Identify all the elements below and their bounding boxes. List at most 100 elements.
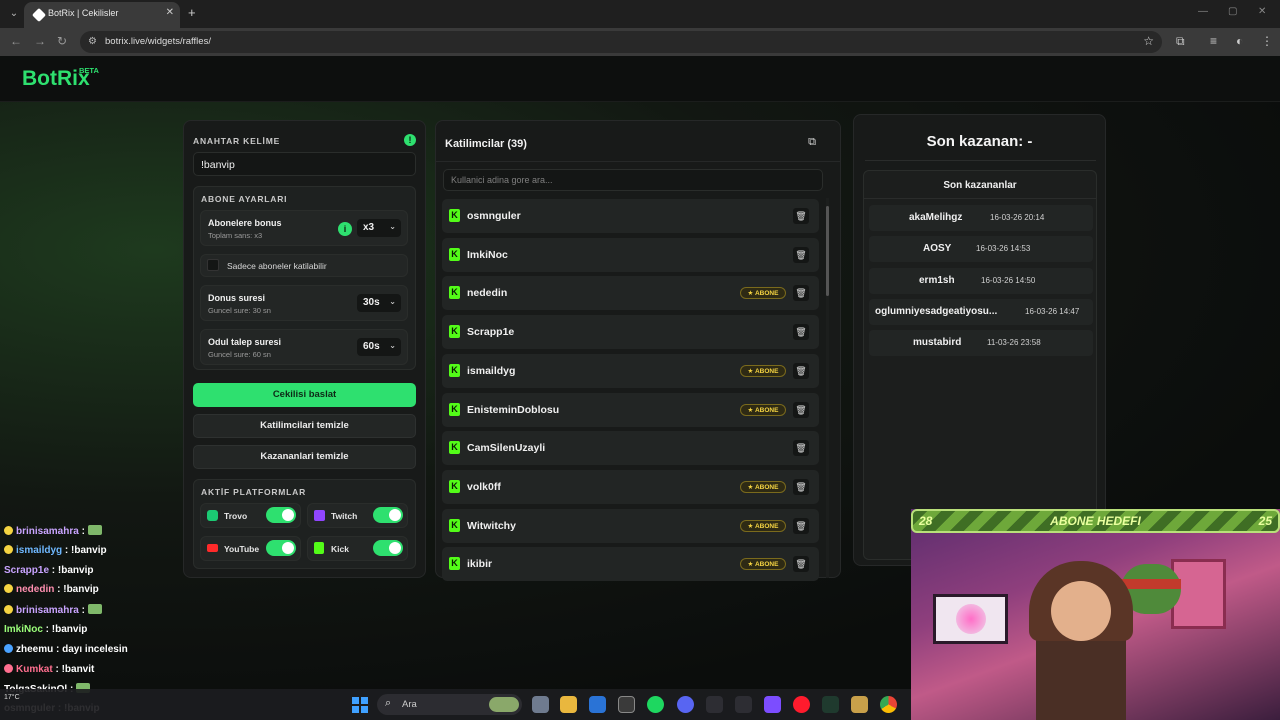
discord-icon[interactable] bbox=[677, 696, 694, 713]
minimize-icon[interactable]: — bbox=[1198, 6, 1208, 17]
steam-icon[interactable] bbox=[706, 696, 723, 713]
winner-time: 11-03-26 23:58 bbox=[987, 338, 1041, 348]
participant-row[interactable]: K ImkiNoc 🗑 bbox=[442, 237, 819, 272]
extensions-icon[interactable]: ⧉ bbox=[1176, 34, 1185, 49]
participant-row[interactable]: K CamSilenUzayli 🗑 bbox=[442, 431, 819, 466]
file-explorer-icon[interactable] bbox=[560, 696, 577, 713]
subscriber-badge: ★ ABONE bbox=[740, 287, 786, 300]
participant-row[interactable]: Kvolk0ff ★ ABONE 🗑 bbox=[442, 469, 819, 504]
site-info-icon[interactable]: ⚙ bbox=[88, 36, 97, 47]
browser-tab[interactable]: BotRix | Cekilisler ✕ bbox=[24, 2, 180, 28]
sub-goal-target: 25 bbox=[1258, 514, 1272, 528]
winner-row: oglumniyesadgeatiyosu... 16-03-26 14:47 bbox=[869, 298, 1093, 325]
subscriber-badge-label: ABONE bbox=[754, 290, 779, 298]
forward-icon[interactable]: → bbox=[34, 34, 46, 48]
participant-name: nededin bbox=[467, 287, 508, 300]
url-field[interactable]: ⚙ botrix.live/widgets/raffles/ ☆ bbox=[80, 31, 1162, 53]
site-header: BotRix BETA bbox=[0, 56, 1280, 102]
keyword-input[interactable]: !banvip bbox=[193, 152, 416, 176]
subscriber-badge-label: ABONE bbox=[754, 406, 779, 414]
opera-icon[interactable] bbox=[793, 696, 810, 713]
terminal-icon[interactable] bbox=[822, 696, 839, 713]
mail-icon[interactable] bbox=[589, 696, 606, 713]
new-tab-icon[interactable]: + bbox=[188, 5, 196, 20]
delete-participant-icon[interactable]: 🗑 bbox=[793, 362, 809, 379]
chrome-icon[interactable] bbox=[880, 696, 897, 713]
platforms-label: AKTİF PLATFORMLAR bbox=[201, 487, 307, 497]
browser-tab-bar: ⌄ BotRix | Cekilisler ✕ + — ▢ ✕ bbox=[0, 0, 1280, 28]
tab-search-icon[interactable]: ⌄ bbox=[6, 6, 22, 22]
winner-row: mustabird 11-03-26 23:58 bbox=[869, 330, 1093, 357]
participant-name: ikibir bbox=[467, 558, 493, 571]
maximize-icon[interactable]: ▢ bbox=[1228, 6, 1237, 17]
bookmark-star-icon[interactable]: ☆ bbox=[1143, 34, 1154, 48]
start-raffle-button[interactable]: Cekilisi baslat bbox=[193, 383, 416, 407]
close-window-icon[interactable]: ✕ bbox=[1258, 6, 1266, 17]
menu-dots-icon[interactable]: ⋮ bbox=[1261, 34, 1273, 48]
participant-row[interactable]: Kikibir ★ ABONE 🗑 bbox=[442, 547, 819, 582]
trovo-toggle[interactable] bbox=[266, 507, 296, 523]
claim-duration-select[interactable]: 60s ⌄ bbox=[357, 338, 401, 356]
delete-participant-icon[interactable]: 🗑 bbox=[793, 246, 809, 263]
participant-name: Scrapp1e bbox=[467, 326, 515, 339]
participant-name: EnisteminDoblosu bbox=[467, 403, 560, 416]
back-icon[interactable]: ← bbox=[10, 34, 22, 48]
delete-participant-icon[interactable]: 🗑 bbox=[793, 324, 809, 341]
subscriber-badge: ★ ABONE bbox=[740, 519, 786, 532]
participant-row[interactable]: Kismaildyg ★ ABONE 🗑 bbox=[442, 353, 819, 388]
chat-username: brinisamahra bbox=[16, 605, 79, 617]
subscriber-badge: ★ ABONE bbox=[740, 558, 786, 571]
claim-duration-value: 60s bbox=[363, 341, 380, 352]
participant-row[interactable]: Kosmnguler 🗑 bbox=[442, 199, 819, 233]
chat-username: ImkiNoc bbox=[4, 624, 43, 635]
delete-participant-icon[interactable]: 🗑 bbox=[793, 478, 809, 495]
delete-participant-icon[interactable]: 🗑 bbox=[793, 556, 809, 573]
delete-participant-icon[interactable]: 🗑 bbox=[793, 440, 809, 457]
recent-winners-title: Son kazananlar bbox=[943, 180, 1017, 191]
participant-row[interactable]: K Witwitchy ★ ABONE 🗑 bbox=[442, 508, 819, 543]
clear-winners-button[interactable]: Kazananlari temizle bbox=[193, 445, 416, 469]
participant-search-input[interactable]: Kullanici adina gore ara... bbox=[443, 169, 823, 191]
participant-row[interactable]: K EnisteminDoblosu ★ ABONE 🗑 bbox=[442, 392, 819, 427]
scrollbar-thumb[interactable] bbox=[826, 206, 829, 296]
twitch-toggle[interactable] bbox=[373, 507, 403, 523]
info-icon[interactable]: ! bbox=[404, 134, 416, 146]
chat-badge-icon bbox=[4, 663, 13, 673]
participant-row[interactable]: K Scrapp1e 🗑 bbox=[442, 315, 819, 350]
media-icon[interactable]: ≡ bbox=[1210, 34, 1217, 48]
subscriber-badge-label: ABONE bbox=[754, 367, 779, 375]
taskbar: 17°C ⌕ Ara bbox=[0, 689, 911, 720]
app-icon[interactable] bbox=[735, 696, 752, 713]
obs-icon[interactable] bbox=[618, 696, 635, 713]
clear-participants-button[interactable]: Katilimcilari temizle bbox=[193, 414, 416, 438]
weather-text[interactable]: 17°C bbox=[4, 694, 20, 701]
grid-app-icon[interactable] bbox=[764, 696, 781, 713]
subscriber-badge-label: ABONE bbox=[754, 522, 779, 530]
delete-participant-icon[interactable]: 🗑 bbox=[793, 401, 809, 418]
winner-time: 16-03-26 14:47 bbox=[1025, 306, 1080, 316]
subscriber-badge-label: ABONE bbox=[754, 483, 779, 491]
chat-text: !banvip bbox=[63, 584, 99, 596]
participant-row[interactable]: Knededin ★ ABONE 🗑 bbox=[442, 276, 819, 311]
chat-message: ismaildyg : !banvip bbox=[4, 544, 107, 556]
sub-bonus-info-icon[interactable]: i bbox=[338, 222, 352, 236]
youtube-toggle[interactable] bbox=[266, 540, 296, 556]
profile-icon[interactable]: ◐ bbox=[1236, 34, 1243, 48]
windows-start-icon[interactable] bbox=[352, 697, 368, 713]
sub-bonus-select[interactable]: x3 ⌄ bbox=[357, 219, 401, 237]
reload-icon[interactable]: ↻ bbox=[57, 34, 67, 48]
delete-participant-icon[interactable]: 🗑 bbox=[793, 208, 809, 224]
chat-message: brinisamahra : bbox=[4, 604, 102, 616]
copy-icon[interactable]: ⧉ bbox=[804, 136, 820, 152]
delete-participant-icon[interactable]: 🗑 bbox=[793, 285, 809, 302]
kick-toggle[interactable] bbox=[373, 540, 403, 556]
bonus-duration-select[interactable]: 30s ⌄ bbox=[357, 294, 401, 312]
close-tab-icon[interactable]: ✕ bbox=[166, 7, 174, 18]
taskbar-search[interactable]: ⌕ Ara bbox=[377, 694, 522, 715]
delete-participant-icon[interactable]: 🗑 bbox=[793, 517, 809, 534]
task-view-icon[interactable] bbox=[532, 696, 549, 713]
chat-username: brinisamahra bbox=[16, 526, 79, 537]
league-icon[interactable] bbox=[851, 696, 868, 713]
spotify-icon[interactable] bbox=[647, 696, 664, 713]
only-subs-checkbox[interactable] bbox=[207, 259, 219, 271]
